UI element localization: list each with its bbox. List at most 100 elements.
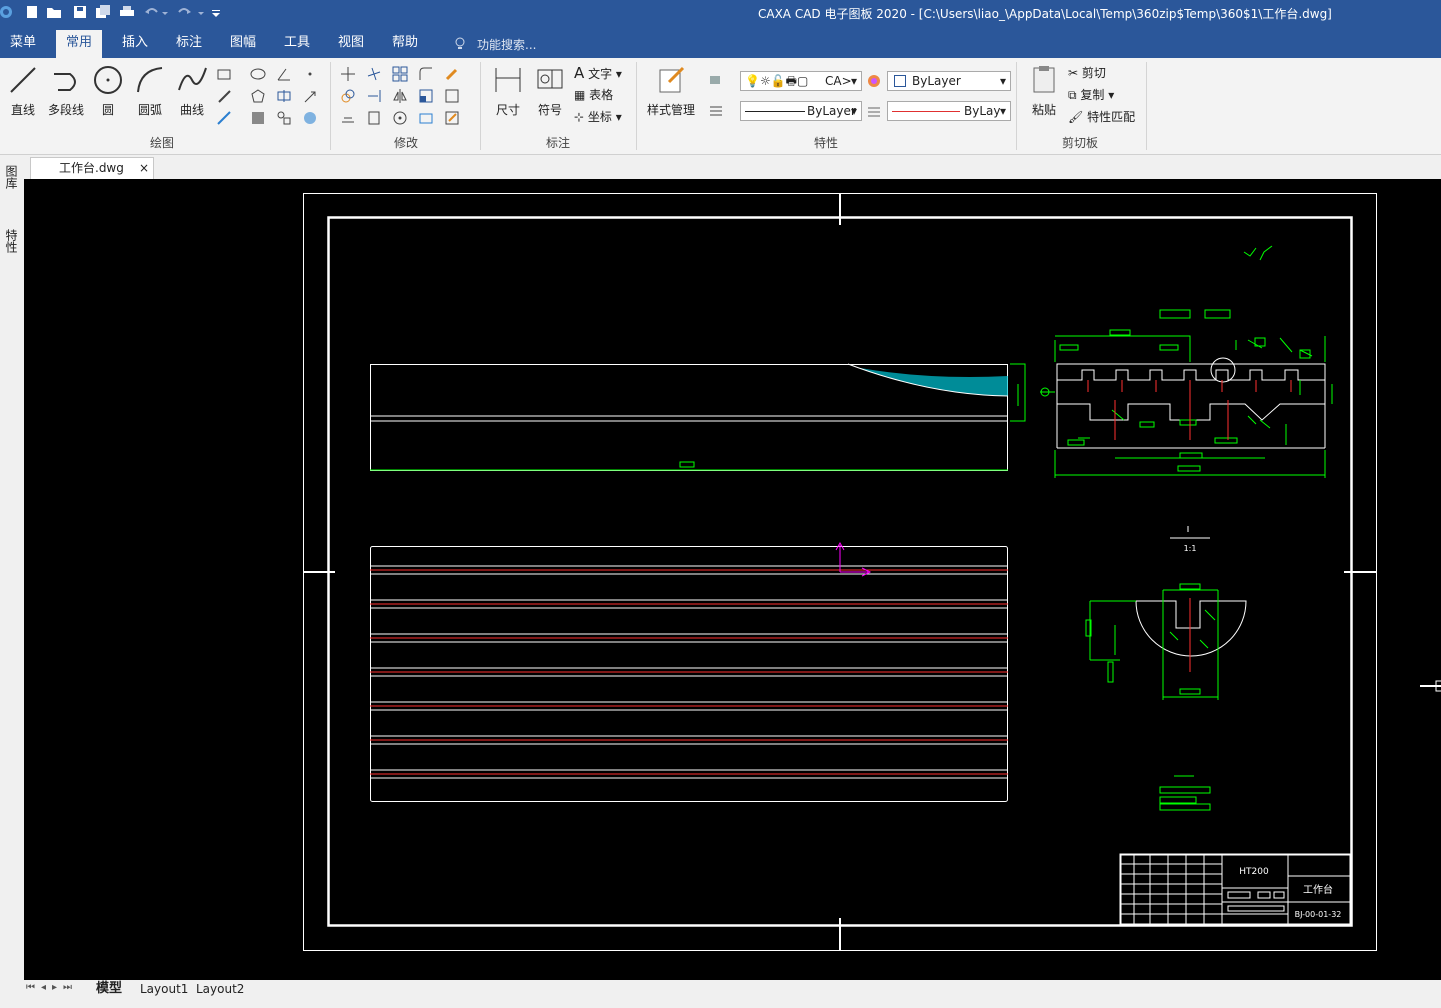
color-combo[interactable]: ByLayer ▾ xyxy=(887,71,1011,91)
lineweight-combo[interactable]: ByLay ▾ xyxy=(887,101,1011,121)
rotate-icon[interactable] xyxy=(392,110,408,126)
layout-nav-arrows-icon[interactable]: ⏮◂▸⏭ xyxy=(26,982,78,993)
text-button[interactable]: A 文字 ▾ xyxy=(574,64,622,82)
close-icon[interactable]: × xyxy=(139,158,149,178)
side-section-view xyxy=(1040,309,1333,478)
layout-tab-layout1[interactable]: Layout1 xyxy=(140,980,188,998)
technical-notes xyxy=(1159,775,1211,811)
match-properties-button[interactable]: 🖌 特性匹配 xyxy=(1068,108,1135,125)
hatch-icon[interactable] xyxy=(250,110,266,126)
section-hatch xyxy=(848,364,1008,396)
layer-combo[interactable]: 💡☼🔓🖶▢ CA> ▾ xyxy=(740,71,862,91)
menu-main[interactable]: 菜单 xyxy=(0,34,46,58)
trim-icon[interactable] xyxy=(366,66,382,82)
centerline-icon[interactable] xyxy=(276,88,292,104)
construction-line-icon[interactable] xyxy=(216,110,232,126)
dimension-button[interactable]: 尺寸 xyxy=(490,64,526,118)
polyline-icon xyxy=(54,73,76,91)
arrow-draw-icon[interactable] xyxy=(302,88,318,104)
paste-button[interactable]: 粘贴 xyxy=(1026,64,1062,118)
redo-icon[interactable] xyxy=(176,4,192,20)
match-properties-icon: 🖌 xyxy=(1068,110,1084,124)
undo-dropdown-icon[interactable] xyxy=(160,4,170,20)
extend-icon[interactable] xyxy=(366,88,382,104)
tab-annotate[interactable]: 标注 xyxy=(166,34,212,58)
tab-sheet[interactable]: 图幅 xyxy=(220,34,266,58)
stretch-icon[interactable] xyxy=(366,110,382,126)
color-wheel-icon[interactable] xyxy=(866,73,882,89)
copy-button[interactable]: ⧉ 复制 ▾ xyxy=(1068,86,1114,103)
open-folder-icon[interactable] xyxy=(46,4,62,20)
tab-home[interactable]: 常用 xyxy=(56,30,103,58)
chevron-down-icon: ▾ xyxy=(850,74,857,88)
angle-line-icon[interactable] xyxy=(276,66,292,82)
feature-search[interactable]: 功能搜索... xyxy=(477,36,536,53)
group-label-modify: 修改 xyxy=(394,136,419,150)
undo-icon[interactable] xyxy=(144,4,160,20)
group-label-annotate: 标注 xyxy=(546,136,571,150)
front-view xyxy=(370,363,1026,471)
ellipse-icon[interactable] xyxy=(250,66,266,82)
array-icon[interactable] xyxy=(392,66,408,82)
chevron-down-icon: ▾ xyxy=(999,74,1006,88)
window-title: CAXA CAD 电子图板 2020 - [C:\Users\liao_\App… xyxy=(758,7,1332,21)
side-tab-properties[interactable]: 特性 xyxy=(4,229,20,253)
scale-icon[interactable] xyxy=(418,88,434,104)
polyline-button[interactable]: 多段线 xyxy=(44,64,88,118)
brush-icon[interactable] xyxy=(444,66,460,82)
side-tab-library[interactable]: 图库 xyxy=(4,165,20,189)
document-tab[interactable]: 工作台.dwg × xyxy=(30,157,154,179)
save-icon[interactable] xyxy=(72,4,88,20)
explode-icon[interactable] xyxy=(444,88,460,104)
new-file-icon[interactable] xyxy=(24,4,40,20)
group-label-clipboard: 剪切板 xyxy=(1062,136,1099,150)
redo-dropdown-icon[interactable] xyxy=(196,4,206,20)
move-icon[interactable] xyxy=(340,66,356,82)
ucs-axis-icon xyxy=(835,541,872,577)
ribbon-separator xyxy=(636,62,637,150)
ribbon-separator xyxy=(1016,62,1017,150)
tab-insert[interactable]: 插入 xyxy=(112,34,158,58)
layout-tab-model[interactable]: 模型 xyxy=(96,980,122,998)
ribbon-separator xyxy=(1146,62,1147,150)
menu-bar: 菜单 常用 插入 标注 图幅 工具 视图 帮助 功能搜索... xyxy=(0,28,1441,58)
pen-icon[interactable] xyxy=(216,88,232,104)
chamfer-icon[interactable] xyxy=(418,110,434,126)
polygon-icon[interactable] xyxy=(250,88,266,104)
tab-help[interactable]: 帮助 xyxy=(382,34,428,58)
coordinate-button[interactable]: ⊹ 坐标 ▾ xyxy=(574,108,622,125)
drawing-canvas[interactable]: 1:1 HT200 工作台 BJ-00-01-32 xyxy=(24,179,1441,980)
line-button[interactable]: 直线 xyxy=(6,64,40,118)
tab-view[interactable]: 视图 xyxy=(328,34,374,58)
document-tab-strip: 工作台.dwg × xyxy=(0,155,1441,179)
offset-icon[interactable] xyxy=(340,110,356,126)
customize-quick-access-icon[interactable] xyxy=(210,4,222,20)
layer-tools-icon[interactable] xyxy=(708,72,724,88)
circle-icon xyxy=(94,66,122,94)
app-logo-icon[interactable] xyxy=(0,4,16,20)
cut-button[interactable]: ✂ 剪切 xyxy=(1068,64,1106,81)
circle-button[interactable]: 圆 xyxy=(92,64,124,118)
lineweight-icon[interactable] xyxy=(708,102,724,118)
rectangle-icon[interactable] xyxy=(216,66,232,82)
fillet-icon[interactable] xyxy=(418,66,434,82)
tab-tools[interactable]: 工具 xyxy=(274,34,320,58)
print-icon[interactable] xyxy=(119,4,135,20)
spline-icon xyxy=(178,67,207,91)
paste-icon xyxy=(1033,66,1055,93)
style-manager-button[interactable]: 样式管理 xyxy=(644,64,698,118)
curve-button[interactable]: 曲线 xyxy=(174,64,210,118)
edit-properties-icon[interactable] xyxy=(444,110,460,126)
symbol-button[interactable]: 符号 xyxy=(532,64,568,118)
block-icon[interactable] xyxy=(276,110,292,126)
point-icon[interactable] xyxy=(302,66,318,82)
save-all-icon[interactable] xyxy=(95,4,111,20)
copy-object-icon[interactable] xyxy=(340,88,356,104)
linewidth-list-icon[interactable] xyxy=(866,103,882,119)
region-icon[interactable] xyxy=(302,110,318,126)
mirror-icon[interactable] xyxy=(392,88,408,104)
table-button[interactable]: ▦ 表格 xyxy=(574,86,613,103)
layout-tab-layout2[interactable]: Layout2 xyxy=(196,980,244,998)
linetype-combo[interactable]: ByLayer ▾ xyxy=(740,101,862,121)
arc-button[interactable]: 圆弧 xyxy=(132,64,168,118)
